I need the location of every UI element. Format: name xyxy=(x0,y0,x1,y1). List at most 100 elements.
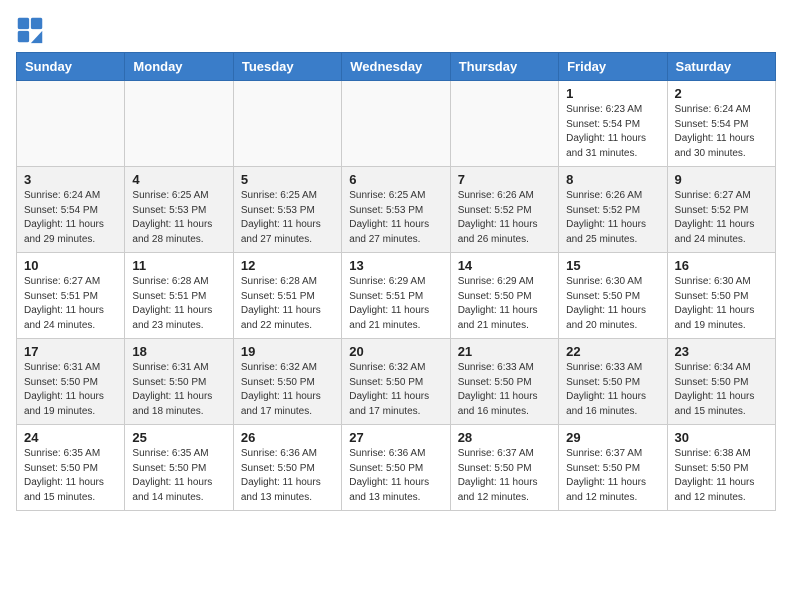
day-info: Sunrise: 6:26 AMSunset: 5:52 PMDaylight:… xyxy=(458,189,551,247)
calendar-cell: 4 Sunrise: 6:25 AMSunset: 5:53 PMDaylight… xyxy=(125,167,233,253)
day-number: 7 xyxy=(458,172,551,187)
day-info: Sunrise: 6:24 AMSunset: 5:54 PMDaylight:… xyxy=(675,103,768,161)
day-info: Sunrise: 6:36 AMSunset: 5:50 PMDaylight:… xyxy=(349,447,442,505)
weekday-header-sunday: Sunday xyxy=(17,53,125,81)
calendar-cell: 17 Sunrise: 6:31 AMSunset: 5:50 PMDayligh… xyxy=(17,339,125,425)
day-number: 22 xyxy=(566,344,659,359)
calendar-cell xyxy=(233,81,341,167)
calendar-cell xyxy=(17,81,125,167)
day-number: 10 xyxy=(24,258,117,273)
calendar-cell: 29 Sunrise: 6:37 AMSunset: 5:50 PMDayligh… xyxy=(559,425,667,511)
calendar-cell: 8 Sunrise: 6:26 AMSunset: 5:52 PMDaylight… xyxy=(559,167,667,253)
calendar-cell: 11Sunrise: 6:28 AMSunset: 5:51 PMDayligh… xyxy=(125,253,233,339)
day-number: 6 xyxy=(349,172,442,187)
calendar-cell: 26 Sunrise: 6:36 AMSunset: 5:50 PMDayligh… xyxy=(233,425,341,511)
day-number: 5 xyxy=(241,172,334,187)
day-number: 17 xyxy=(24,344,117,359)
weekday-header-wednesday: Wednesday xyxy=(342,53,450,81)
calendar-cell xyxy=(450,81,558,167)
day-number: 20 xyxy=(349,344,442,359)
day-info: Sunrise: 6:32 AMSunset: 5:50 PMDaylight:… xyxy=(349,361,442,419)
calendar-cell: 18 Sunrise: 6:31 AMSunset: 5:50 PMDayligh… xyxy=(125,339,233,425)
calendar-week-row: 1 Sunrise: 6:23 AMSunset: 5:54 PMDaylight… xyxy=(17,81,776,167)
calendar-cell xyxy=(125,81,233,167)
day-info: Sunrise: 6:29 AMSunset: 5:50 PMDaylight:… xyxy=(458,275,551,333)
day-number: 4 xyxy=(132,172,225,187)
day-number: 16 xyxy=(675,258,768,273)
calendar-week-row: 10 Sunrise: 6:27 AMSunset: 5:51 PMDayligh… xyxy=(17,253,776,339)
day-info: Sunrise: 6:24 AMSunset: 5:54 PMDaylight:… xyxy=(24,189,117,247)
calendar-cell: 21 Sunrise: 6:33 AMSunset: 5:50 PMDayligh… xyxy=(450,339,558,425)
day-number: 15 xyxy=(566,258,659,273)
day-number: 14 xyxy=(458,258,551,273)
weekday-header-saturday: Saturday xyxy=(667,53,775,81)
day-info: Sunrise: 6:30 AMSunset: 5:50 PMDaylight:… xyxy=(566,275,659,333)
calendar-week-row: 24 Sunrise: 6:35 AMSunset: 5:50 PMDayligh… xyxy=(17,425,776,511)
day-number: 11 xyxy=(132,258,225,273)
calendar-cell: 7 Sunrise: 6:26 AMSunset: 5:52 PMDaylight… xyxy=(450,167,558,253)
day-info: Sunrise: 6:37 AMSunset: 5:50 PMDaylight:… xyxy=(566,447,659,505)
calendar-cell: 15 Sunrise: 6:30 AMSunset: 5:50 PMDayligh… xyxy=(559,253,667,339)
calendar-table: SundayMondayTuesdayWednesdayThursdayFrid… xyxy=(16,52,776,511)
day-number: 28 xyxy=(458,430,551,445)
day-info: Sunrise: 6:33 AMSunset: 5:50 PMDaylight:… xyxy=(566,361,659,419)
calendar-cell: 16 Sunrise: 6:30 AMSunset: 5:50 PMDayligh… xyxy=(667,253,775,339)
day-number: 9 xyxy=(675,172,768,187)
logo xyxy=(16,16,48,44)
day-info: Sunrise: 6:36 AMSunset: 5:50 PMDaylight:… xyxy=(241,447,334,505)
calendar-cell: 10 Sunrise: 6:27 AMSunset: 5:51 PMDayligh… xyxy=(17,253,125,339)
day-number: 23 xyxy=(675,344,768,359)
calendar-week-row: 17 Sunrise: 6:31 AMSunset: 5:50 PMDayligh… xyxy=(17,339,776,425)
calendar-cell: 23 Sunrise: 6:34 AMSunset: 5:50 PMDayligh… xyxy=(667,339,775,425)
day-info: Sunrise: 6:31 AMSunset: 5:50 PMDaylight:… xyxy=(24,361,117,419)
weekday-header-thursday: Thursday xyxy=(450,53,558,81)
weekday-header-friday: Friday xyxy=(559,53,667,81)
day-number: 18 xyxy=(132,344,225,359)
calendar-cell: 2 Sunrise: 6:24 AMSunset: 5:54 PMDaylight… xyxy=(667,81,775,167)
day-info: Sunrise: 6:27 AMSunset: 5:51 PMDaylight:… xyxy=(24,275,117,333)
day-number: 8 xyxy=(566,172,659,187)
day-number: 26 xyxy=(241,430,334,445)
calendar-cell: 27Sunrise: 6:36 AMSunset: 5:50 PMDayligh… xyxy=(342,425,450,511)
day-info: Sunrise: 6:25 AMSunset: 5:53 PMDaylight:… xyxy=(349,189,442,247)
calendar-cell: 30 Sunrise: 6:38 AMSunset: 5:50 PMDayligh… xyxy=(667,425,775,511)
day-info: Sunrise: 6:26 AMSunset: 5:52 PMDaylight:… xyxy=(566,189,659,247)
calendar-week-row: 3 Sunrise: 6:24 AMSunset: 5:54 PMDaylight… xyxy=(17,167,776,253)
day-number: 21 xyxy=(458,344,551,359)
calendar-cell: 5 Sunrise: 6:25 AMSunset: 5:53 PMDaylight… xyxy=(233,167,341,253)
calendar-cell: 25Sunrise: 6:35 AMSunset: 5:50 PMDayligh… xyxy=(125,425,233,511)
day-number: 24 xyxy=(24,430,117,445)
day-number: 30 xyxy=(675,430,768,445)
day-info: Sunrise: 6:35 AMSunset: 5:50 PMDaylight:… xyxy=(24,447,117,505)
day-number: 2 xyxy=(675,86,768,101)
weekday-header-monday: Monday xyxy=(125,53,233,81)
day-info: Sunrise: 6:25 AMSunset: 5:53 PMDaylight:… xyxy=(132,189,225,247)
day-info: Sunrise: 6:35 AMSunset: 5:50 PMDaylight:… xyxy=(132,447,225,505)
weekday-header-tuesday: Tuesday xyxy=(233,53,341,81)
day-info: Sunrise: 6:23 AMSunset: 5:54 PMDaylight:… xyxy=(566,103,659,161)
day-info: Sunrise: 6:32 AMSunset: 5:50 PMDaylight:… xyxy=(241,361,334,419)
day-info: Sunrise: 6:31 AMSunset: 5:50 PMDaylight:… xyxy=(132,361,225,419)
day-info: Sunrise: 6:30 AMSunset: 5:50 PMDaylight:… xyxy=(675,275,768,333)
calendar-cell xyxy=(342,81,450,167)
calendar-cell: 9 Sunrise: 6:27 AMSunset: 5:52 PMDaylight… xyxy=(667,167,775,253)
day-number: 3 xyxy=(24,172,117,187)
day-info: Sunrise: 6:34 AMSunset: 5:50 PMDaylight:… xyxy=(675,361,768,419)
day-number: 19 xyxy=(241,344,334,359)
calendar-cell: 3 Sunrise: 6:24 AMSunset: 5:54 PMDaylight… xyxy=(17,167,125,253)
day-info: Sunrise: 6:38 AMSunset: 5:50 PMDaylight:… xyxy=(675,447,768,505)
calendar-cell: 13Sunrise: 6:29 AMSunset: 5:51 PMDayligh… xyxy=(342,253,450,339)
calendar-cell: 24 Sunrise: 6:35 AMSunset: 5:50 PMDayligh… xyxy=(17,425,125,511)
calendar-cell: 22 Sunrise: 6:33 AMSunset: 5:50 PMDayligh… xyxy=(559,339,667,425)
calendar-cell: 14 Sunrise: 6:29 AMSunset: 5:50 PMDayligh… xyxy=(450,253,558,339)
day-number: 29 xyxy=(566,430,659,445)
day-number: 13 xyxy=(349,258,442,273)
day-info: Sunrise: 6:28 AMSunset: 5:51 PMDaylight:… xyxy=(241,275,334,333)
day-info: Sunrise: 6:33 AMSunset: 5:50 PMDaylight:… xyxy=(458,361,551,419)
weekday-header-row: SundayMondayTuesdayWednesdayThursdayFrid… xyxy=(17,53,776,81)
day-number: 1 xyxy=(566,86,659,101)
page-header xyxy=(16,16,776,44)
calendar-cell: 1 Sunrise: 6:23 AMSunset: 5:54 PMDaylight… xyxy=(559,81,667,167)
day-info: Sunrise: 6:27 AMSunset: 5:52 PMDaylight:… xyxy=(675,189,768,247)
day-info: Sunrise: 6:25 AMSunset: 5:53 PMDaylight:… xyxy=(241,189,334,247)
